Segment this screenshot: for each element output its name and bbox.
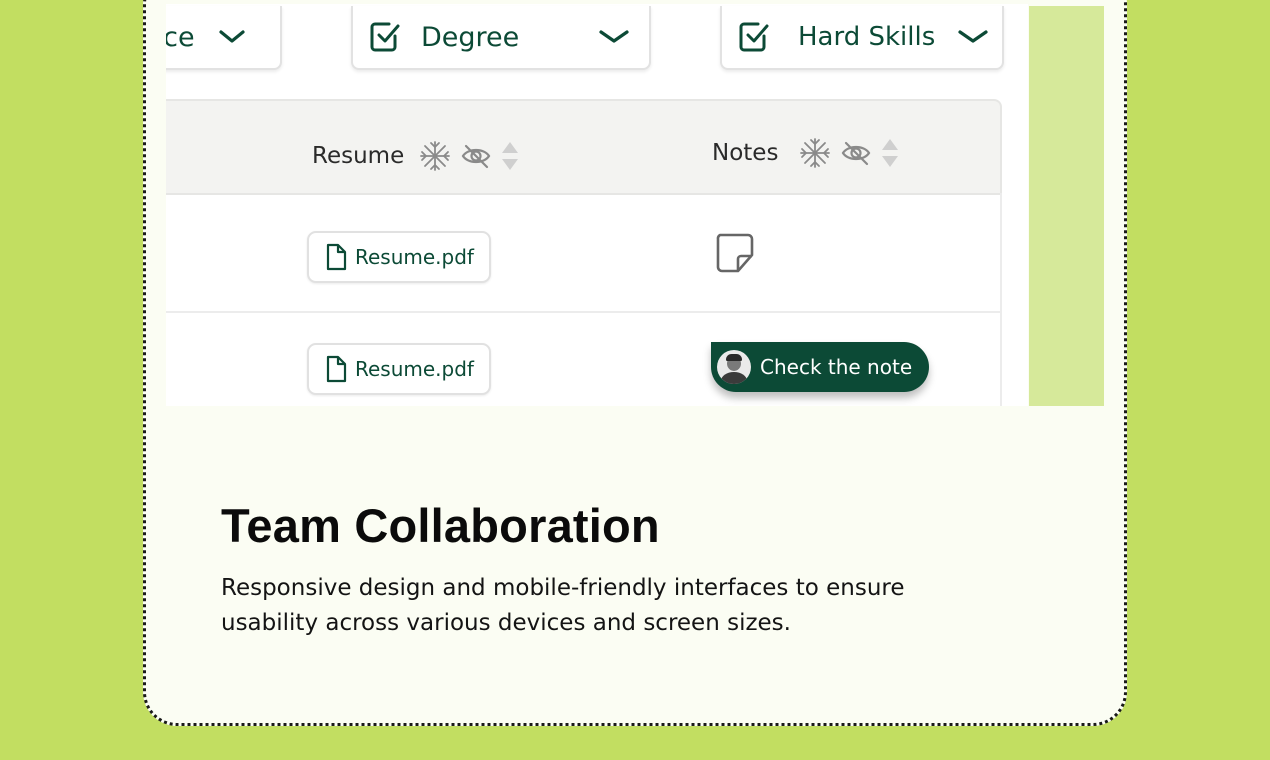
table-row [166,193,1002,311]
freeze-icon[interactable] [798,136,832,170]
column-label: Resume [312,143,405,169]
filter-dropdown-experience[interactable]: nce [166,6,282,70]
filter-label: nce [166,21,195,53]
feature-title: Team Collaboration [221,499,660,552]
chevron-down-icon [599,30,629,43]
checkbox-checked-icon [739,22,769,52]
sort-icon[interactable] [500,139,520,173]
chevron-down-icon [218,30,245,43]
hide-icon[interactable] [460,142,492,170]
column-header-resume[interactable]: Resume [312,139,528,173]
table-header: Resume Notes [166,99,1002,195]
file-name: Resume.pdf [355,357,474,381]
file-icon [326,243,347,271]
filter-label: Degree [421,21,520,53]
checkbox-checked-icon [370,22,400,52]
note-button-label: Check the note [760,355,913,379]
empty-note-icon[interactable] [714,231,758,275]
avatar [717,350,751,384]
resume-file-chip[interactable]: Resume.pdf [307,343,491,395]
chevron-down-icon [958,30,988,43]
freeze-icon[interactable] [418,139,452,173]
hide-icon[interactable] [840,139,872,167]
table-screenshot: nce Degree Hard Skills Resume [166,4,1028,406]
column-header-notes[interactable]: Notes [712,136,908,170]
check-note-button[interactable]: Check the note [711,342,929,392]
feature-description: Responsive design and mobile-friendly in… [221,575,905,636]
filter-dropdown-hard-skills[interactable]: Hard Skills [720,6,1004,70]
file-name: Resume.pdf [355,245,474,269]
accent-strip [1029,6,1104,406]
sort-icon[interactable] [880,136,900,170]
filter-label: Hard Skills [798,22,936,52]
filter-dropdown-degree[interactable]: Degree [351,6,651,70]
resume-file-chip[interactable]: Resume.pdf [307,231,491,283]
file-icon [326,355,347,383]
column-label: Notes [712,140,779,166]
